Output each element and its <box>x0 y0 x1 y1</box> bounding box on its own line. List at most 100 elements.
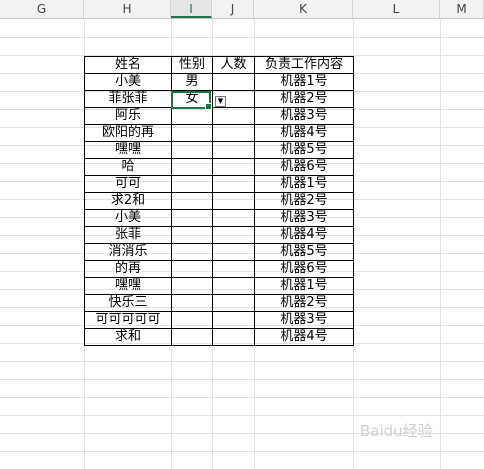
table-cell[interactable]: 消消乐 <box>84 243 172 261</box>
table-cell[interactable]: 机器4号 <box>254 226 354 244</box>
column-header-k[interactable]: K <box>254 0 353 18</box>
table-cell[interactable]: 欧阳的再 <box>84 124 172 142</box>
table-cell[interactable]: 机器4号 <box>254 124 354 142</box>
table-cell[interactable] <box>171 209 213 227</box>
table-cell[interactable]: 求2和 <box>84 192 172 210</box>
table-header-row: 姓名 性别 人数 负责工作内容 <box>84 56 354 74</box>
table-row: 小美男 机器1号 <box>84 73 354 91</box>
watermark: Baidu经验 <box>360 422 433 440</box>
grid-row-line <box>0 361 484 362</box>
header-cell[interactable]: 人数 <box>212 56 255 74</box>
table-cell[interactable]: 可可 <box>84 175 172 193</box>
column-header-i[interactable]: I <box>171 0 212 18</box>
table-cell[interactable]: 小美 <box>84 73 172 91</box>
table-cell[interactable] <box>171 311 213 329</box>
grid-row-line <box>0 379 484 380</box>
table-cell[interactable]: 机器6号 <box>254 158 354 176</box>
table-cell[interactable] <box>171 141 213 159</box>
table-row: 嘿嘿 机器1号 <box>84 277 354 295</box>
header-cell[interactable]: 性别 <box>171 56 213 74</box>
table-cell[interactable] <box>171 277 213 295</box>
table-cell[interactable] <box>171 243 213 261</box>
table-cell[interactable] <box>171 328 213 346</box>
table-cell[interactable] <box>212 124 255 142</box>
table-cell[interactable] <box>212 107 255 125</box>
header-cell[interactable]: 姓名 <box>84 56 172 74</box>
table-cell[interactable]: 阿乐 <box>84 107 172 125</box>
table-cell[interactable]: 张菲 <box>84 226 172 244</box>
table-cell[interactable]: 机器2号 <box>254 294 354 312</box>
table-cell[interactable] <box>212 311 255 329</box>
table-cell[interactable]: 嘿嘿 <box>84 141 172 159</box>
table-cell[interactable] <box>212 141 255 159</box>
table-cell[interactable] <box>212 243 255 261</box>
table-cell[interactable] <box>171 124 213 142</box>
table-cell[interactable]: 男 <box>171 73 213 91</box>
table-cell[interactable] <box>212 73 255 91</box>
chevron-down-icon: ▼ <box>217 97 224 105</box>
table-cell[interactable] <box>212 192 255 210</box>
table-cell[interactable]: 机器3号 <box>254 107 354 125</box>
column-header-h[interactable]: H <box>84 0 171 18</box>
validation-dropdown-button[interactable]: ▼ <box>215 96 226 107</box>
table-row: 消消乐 机器5号 <box>84 243 354 261</box>
table-row: 嘿嘿 机器5号 <box>84 141 354 159</box>
table-cell[interactable] <box>212 260 255 278</box>
grid-row-line <box>0 397 484 398</box>
table-row: 欧阳的再 机器4号 <box>84 124 354 142</box>
table-cell[interactable]: 机器1号 <box>254 175 354 193</box>
table-cell[interactable]: 快乐三 <box>84 294 172 312</box>
table-cell[interactable] <box>171 294 213 312</box>
table-cell[interactable]: 机器3号 <box>254 209 354 227</box>
column-header-g[interactable]: G <box>0 0 84 18</box>
table-cell[interactable] <box>212 328 255 346</box>
table-cell[interactable]: 机器1号 <box>254 277 354 295</box>
table-row: 的再 机器6号 <box>84 260 354 278</box>
table-cell[interactable]: 机器4号 <box>254 328 354 346</box>
column-header-l[interactable]: L <box>353 0 440 18</box>
table-cell[interactable] <box>171 192 213 210</box>
table-cell[interactable]: 机器2号 <box>254 90 354 108</box>
table-cell[interactable]: 小美 <box>84 209 172 227</box>
table-row: 可可可可可 机器3号 <box>84 311 354 329</box>
table-row: 张菲 机器4号 <box>84 226 354 244</box>
grid-row-line <box>0 37 484 38</box>
grid-column-line <box>440 19 441 469</box>
table-row: 小美 机器3号 <box>84 209 354 227</box>
table-cell[interactable]: 哈 <box>84 158 172 176</box>
table-cell[interactable] <box>171 226 213 244</box>
table-cell[interactable]: 机器3号 <box>254 311 354 329</box>
table-cell[interactable]: 机器6号 <box>254 260 354 278</box>
table-cell[interactable]: 机器5号 <box>254 141 354 159</box>
column-header-j[interactable]: J <box>212 0 254 18</box>
table-cell[interactable] <box>212 158 255 176</box>
table-row: 求2和 机器2号 <box>84 192 354 210</box>
table-cell[interactable]: 机器1号 <box>254 73 354 91</box>
table-cell[interactable]: 嘿嘿 <box>84 277 172 295</box>
grid-row-line <box>0 451 484 452</box>
table-cell[interactable]: 的再 <box>84 260 172 278</box>
table-cell[interactable] <box>171 107 213 125</box>
table-cell[interactable] <box>171 158 213 176</box>
table-cell[interactable]: 女 <box>171 90 213 108</box>
grid-row-line <box>0 415 484 416</box>
column-header-bar: GHIJKLM <box>0 0 484 19</box>
table-row: 求和 机器4号 <box>84 328 354 346</box>
table-cell[interactable]: 求和 <box>84 328 172 346</box>
table-cell[interactable]: 可可可可可 <box>84 311 172 329</box>
table-cell[interactable] <box>212 294 255 312</box>
table-cell[interactable]: 菲张菲 <box>84 90 172 108</box>
column-header-m[interactable]: M <box>440 0 484 18</box>
table-cell[interactable] <box>212 209 255 227</box>
table-cell[interactable] <box>171 175 213 193</box>
table-row: 阿乐 机器3号 <box>84 107 354 125</box>
table-row: 哈 机器6号 <box>84 158 354 176</box>
table-row: 快乐三 机器2号 <box>84 294 354 312</box>
table-cell[interactable]: 机器5号 <box>254 243 354 261</box>
table-cell[interactable] <box>212 175 255 193</box>
table-cell[interactable] <box>212 277 255 295</box>
table-cell[interactable]: 机器2号 <box>254 192 354 210</box>
table-cell[interactable] <box>212 226 255 244</box>
header-cell[interactable]: 负责工作内容 <box>254 56 354 74</box>
table-cell[interactable] <box>171 260 213 278</box>
